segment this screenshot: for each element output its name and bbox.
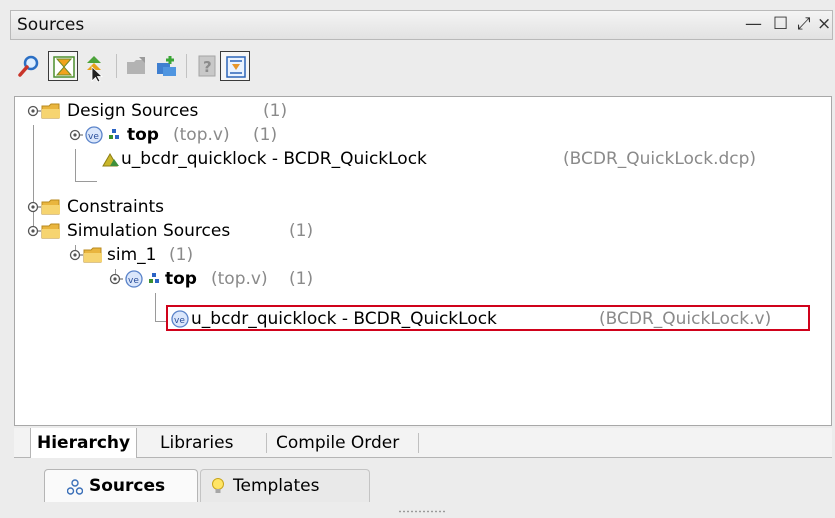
open-folder-icon [127,57,145,74]
collapse-all-button[interactable] [48,51,78,81]
tree-node-label: u_bcdr_quicklock - BCDR_QuickLock [191,309,497,329]
tab-hierarchy[interactable]: Hierarchy [30,428,138,458]
search-button[interactable] [14,51,44,81]
close-icon[interactable]: × [817,14,831,34]
panel-title-bar[interactable]: Sources — ☐ ⤢ × [10,10,833,40]
panel-tabs: Sources Templates [10,465,833,505]
tree-node-count: (1) [253,125,278,145]
expand-toggle-icon[interactable] [69,128,83,142]
tree-node-label: Simulation Sources [67,221,231,241]
verilog-module-icon: ve [125,270,159,288]
tree-node-label: Design Sources [67,101,199,121]
tab-label: Templates [233,476,320,496]
folder-icon [83,247,102,263]
maximize-icon[interactable]: ☐ [773,14,788,34]
toolbar: ? [10,46,833,88]
tree-node-design-instance[interactable]: u_bcdr_quicklock - BCDR_QuickLock (BCDR_… [97,147,817,171]
tree-node-label: u_bcdr_quicklock - BCDR_QuickLock [121,149,427,169]
tree-node-label: Constraints [67,197,164,217]
svg-text:ve: ve [174,316,185,326]
auto-update-button[interactable] [220,51,250,81]
open-folder-button[interactable] [122,51,152,81]
resize-grip[interactable] [398,510,446,513]
tab-templates[interactable]: Templates [200,469,370,502]
properties-icon: ? [198,55,216,77]
auto-update-icon [226,56,246,78]
tree-node-count: (1) [263,101,288,121]
add-sources-button[interactable] [152,51,182,81]
lightbulb-icon [212,478,224,493]
tree-node-count: (1) [289,221,314,241]
expand-toggle-icon[interactable] [109,272,123,286]
tab-libraries[interactable]: Libraries [154,428,239,458]
view-tabs: Hierarchy Libraries Compile Order [14,428,832,458]
verilog-file-icon: ve [171,310,189,328]
panel-title: Sources [17,15,85,35]
svg-text:ve: ve [128,276,139,286]
tree-node-label: top [127,125,159,145]
sources-panel: Sources — ☐ ⤢ × ? Design Sources (1) ve … [10,10,833,518]
tab-label: Sources [89,476,166,496]
collapse-all-icon [53,56,75,78]
tree-node-file: (top.v) [211,269,268,289]
expand-toggle-icon[interactable] [27,224,41,238]
tree-node-file: (BCDR_QuickLock.v) [599,309,772,329]
tree-node-simulation-sources[interactable]: Simulation Sources (1) [27,219,347,243]
folder-icon [41,103,60,119]
tree-node-design-top[interactable]: ve top (top.v) (1) [69,123,369,147]
search-icon [18,55,39,77]
sources-tree[interactable]: Design Sources (1) ve top (top.v) (1) u_… [14,96,832,426]
tree-node-file: (top.v) [173,125,230,145]
properties-button[interactable]: ? [192,51,222,81]
tree-node-label: sim_1 [107,245,157,265]
minimize-icon[interactable]: — [745,14,762,34]
folder-icon [41,223,60,239]
expand-toggle-icon[interactable] [27,104,41,118]
expand-toggle-icon[interactable] [69,248,83,262]
tab-compile-order[interactable]: Compile Order [270,428,405,458]
tree-node-sim-instance[interactable]: ve u_bcdr_quicklock - BCDR_QuickLock (BC… [169,307,809,331]
expand-all-icon [87,56,104,82]
tree-node-count: (1) [289,269,314,289]
svg-text:ve: ve [88,132,99,142]
tree-node-label: top [165,269,197,289]
tree-node-constraints[interactable]: Constraints [27,195,327,219]
add-sources-icon [157,56,176,76]
tree-node-sim-1[interactable]: sim_1 (1) [69,243,269,267]
folder-icon [41,199,60,215]
tree-node-design-sources[interactable]: Design Sources (1) [27,99,327,123]
sources-icon [67,479,83,495]
expand-all-button[interactable] [80,51,110,82]
expand-toggle-icon[interactable] [27,200,41,214]
tab-sources[interactable]: Sources [44,469,198,502]
float-icon[interactable]: ⤢ [797,14,811,34]
svg-text:?: ? [203,58,212,76]
tree-node-file: (BCDR_QuickLock.dcp) [563,149,757,169]
tree-node-sim-top[interactable]: ve top (top.v) (1) [109,267,409,291]
ip-core-icon [102,153,119,167]
tree-node-count: (1) [169,245,194,265]
verilog-module-icon: ve [85,126,119,144]
